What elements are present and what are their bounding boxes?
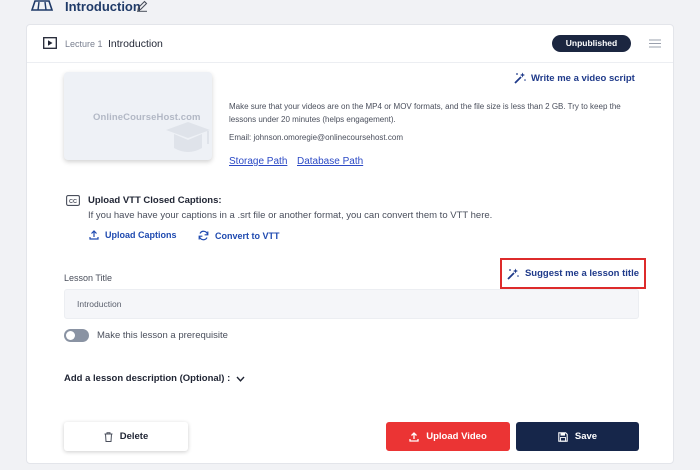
prerequisite-toggle[interactable] — [64, 329, 89, 342]
menu-icon[interactable] — [649, 39, 661, 48]
upload-captions-label: Upload Captions — [105, 230, 177, 240]
toggle-knob — [66, 331, 75, 340]
chevron-down-icon — [236, 376, 245, 382]
lecture-card: Lecture 1 Introduction Unpublished Onlin… — [26, 24, 674, 464]
graduation-cap-icon — [162, 120, 212, 160]
video-requirements: Make sure that your videos are on the MP… — [229, 102, 621, 124]
upload-icon — [409, 431, 419, 442]
lecture-title: Introduction — [108, 37, 163, 50]
lesson-title-input[interactable]: Introduction — [64, 289, 639, 319]
magic-wand-icon — [507, 268, 519, 280]
upload-video-label: Upload Video — [426, 431, 487, 442]
captions-description: If you have have your captions in a .srt… — [88, 210, 493, 221]
lesson-title-label: Lesson Title — [64, 273, 113, 283]
magic-wand-icon — [514, 72, 526, 84]
suggest-title-button[interactable]: Suggest me a lesson title — [500, 258, 646, 289]
convert-vtt-button[interactable]: Convert to VTT — [198, 230, 280, 241]
play-icon — [43, 37, 57, 49]
save-icon — [558, 431, 568, 442]
upload-captions-button[interactable]: Upload Captions — [89, 230, 177, 240]
database-path-link[interactable]: Database Path — [297, 156, 363, 167]
convert-vtt-label: Convert to VTT — [215, 230, 280, 241]
captions-title: Upload VTT Closed Captions: — [88, 195, 222, 206]
video-thumbnail[interactable]: OnlineCourseHost.com — [64, 72, 212, 160]
section-header: Introduction — [0, 0, 700, 22]
storage-path-link[interactable]: Storage Path — [229, 156, 287, 167]
trash-icon — [104, 431, 113, 442]
status-badge[interactable]: Unpublished — [552, 35, 631, 52]
cc-icon: CC — [66, 195, 80, 206]
edit-icon[interactable] — [136, 0, 148, 12]
suggest-title-label: Suggest me a lesson title — [524, 268, 640, 279]
prerequisite-label: Make this lesson a prerequisite — [97, 330, 228, 341]
section-title: Introduction — [65, 0, 141, 14]
lecture-header: Lecture 1 Introduction Unpublished — [27, 25, 673, 63]
svg-text:CC: CC — [69, 199, 77, 205]
lesson-description-label: Add a lesson description (Optional) : — [64, 373, 231, 384]
upload-icon — [89, 230, 99, 240]
write-script-button[interactable]: Write me a video script — [514, 72, 635, 84]
save-button[interactable]: Save — [516, 422, 639, 451]
course-icon — [30, 0, 54, 11]
contact-email: Email: johnson.omoregie@onlinecoursehost… — [229, 133, 403, 142]
delete-label: Delete — [119, 431, 149, 442]
write-script-label: Write me a video script — [531, 72, 635, 84]
save-label: Save — [574, 431, 598, 442]
refresh-icon — [198, 230, 209, 241]
upload-video-button[interactable]: Upload Video — [386, 422, 510, 451]
lesson-description-toggle[interactable]: Add a lesson description (Optional) : — [64, 373, 245, 384]
delete-button[interactable]: Delete — [64, 422, 188, 451]
lecture-number: Lecture 1 — [65, 39, 103, 49]
